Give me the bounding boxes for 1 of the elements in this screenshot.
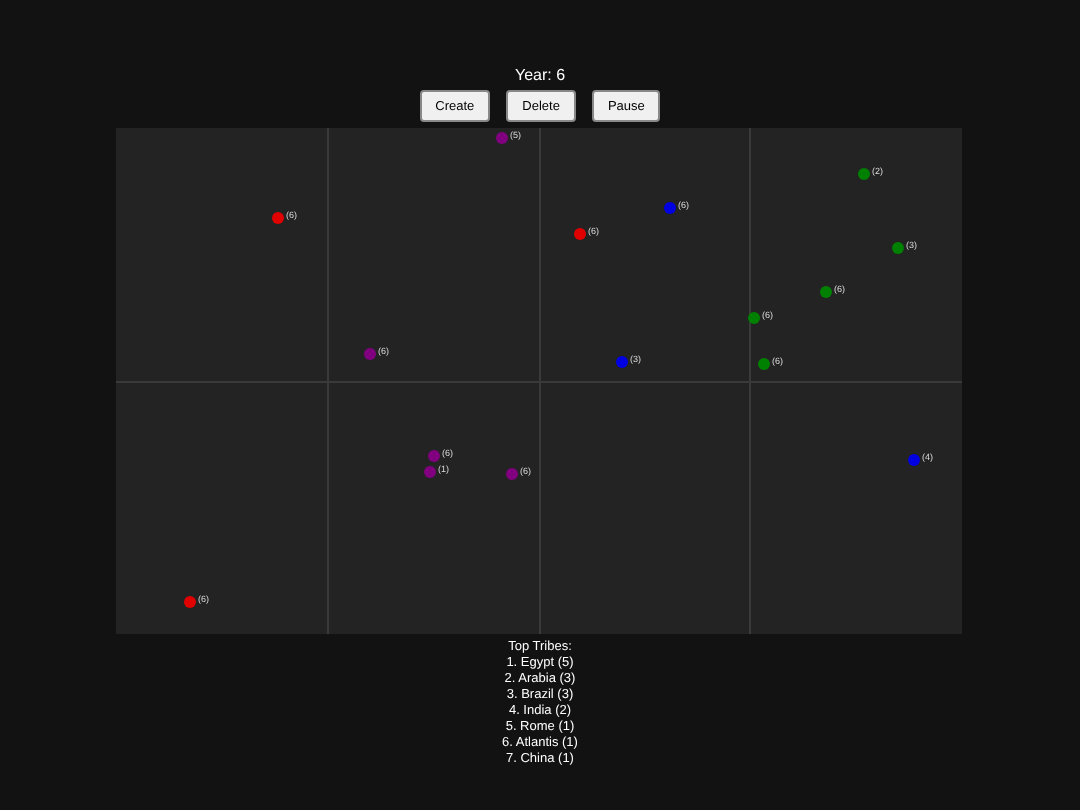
year-label: Year: 6 <box>514 66 566 86</box>
